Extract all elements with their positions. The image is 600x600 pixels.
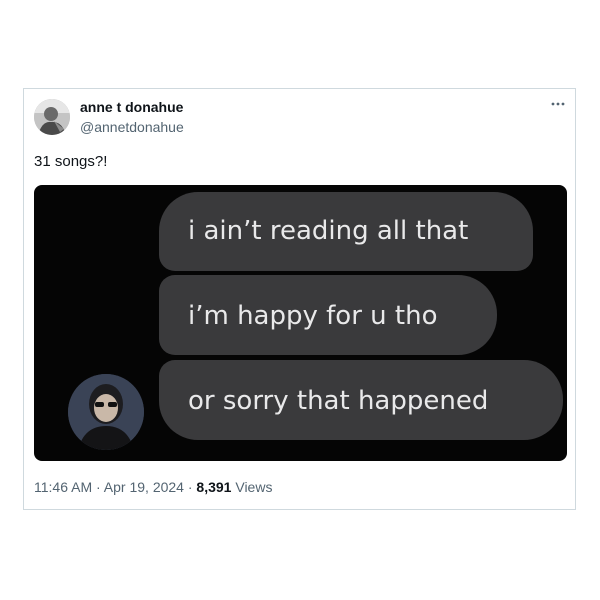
views-count: 8,391 — [196, 479, 232, 495]
message-bubble: or sorry that happened — [159, 360, 563, 440]
message-bubble: i ain’t reading all that — [159, 192, 533, 271]
tweet-time[interactable]: 11:46 AM — [34, 479, 92, 495]
tweet-meta: 11:46 AM · Apr 19, 2024 · 8,391 Views — [34, 479, 272, 495]
message-text: i ain’t reading all that — [188, 216, 469, 246]
tweet-card: anne t donahue @annetdonahue 31 songs?! … — [23, 88, 576, 510]
sender-avatar — [68, 374, 144, 450]
tweet-media[interactable]: i ain’t reading all that i’m happy for u… — [34, 185, 567, 461]
author-avatar[interactable] — [34, 99, 70, 135]
more-options-button[interactable] — [551, 97, 565, 114]
message-text: or sorry that happened — [188, 386, 489, 416]
tweet-text: 31 songs?! — [34, 153, 108, 170]
separator: · — [92, 479, 104, 495]
views-label: Views — [231, 479, 273, 495]
message-text: i’m happy for u tho — [188, 301, 438, 331]
message-bubble: i’m happy for u tho — [159, 275, 497, 355]
author-name[interactable]: anne t donahue — [80, 99, 183, 115]
tweet-date[interactable]: Apr 19, 2024 — [104, 479, 184, 495]
more-horizontal-icon — [551, 102, 565, 106]
separator: · — [183, 479, 197, 495]
author-handle[interactable]: @annetdonahue — [80, 119, 184, 135]
